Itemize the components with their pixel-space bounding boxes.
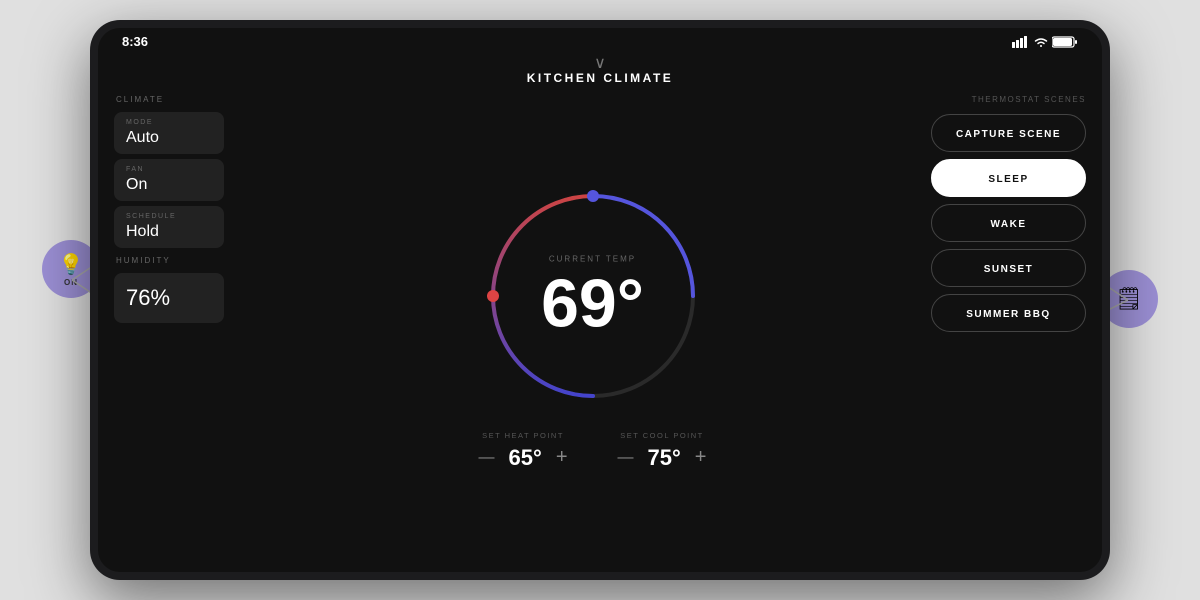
wifi-icon (1034, 36, 1048, 48)
schedule-card[interactable]: SCHEDULE Hold (114, 206, 224, 248)
heat-plus-btn[interactable]: + (556, 446, 568, 469)
wake-scene-btn[interactable]: WAKE (931, 204, 1086, 242)
sleep-scene-btn[interactable]: SLEEP (931, 159, 1086, 197)
title-bar: ∨ KITCHEN CLIMATE (98, 51, 1102, 89)
wake-scene-label: WAKE (991, 219, 1027, 230)
cool-plus-btn[interactable]: + (695, 446, 707, 469)
thermostat-dial[interactable]: CURRENT TEMP 69° (468, 171, 718, 421)
current-temp-value: 69° (541, 269, 644, 337)
fan-card[interactable]: FAN On (114, 159, 224, 201)
setpoints-container: SET HEAT POINT — 65° + SET COOL POINT — (479, 431, 707, 471)
capture-scene-btn[interactable]: CAPTURE SCENE (931, 114, 1086, 152)
heat-minus-btn[interactable]: — (479, 449, 495, 467)
status-icons (1012, 36, 1078, 48)
signal-icon (1012, 36, 1030, 48)
scenes-panel: THERMOSTAT SCENES CAPTURE SCENE SLEEP WA… (921, 89, 1086, 562)
sleep-scene-label: SLEEP (988, 174, 1028, 185)
heat-setpoint: SET HEAT POINT — 65° + (479, 431, 568, 471)
heat-setpoint-value: 65° (509, 445, 542, 471)
status-bar: 8:36 (98, 28, 1102, 51)
screen-title: KITCHEN CLIMATE (527, 71, 674, 85)
fan-value: On (126, 176, 212, 194)
tablet-screen: 8:36 (98, 28, 1102, 572)
summer-bbq-scene-label: SUMMER BBQ (966, 309, 1050, 320)
summer-bbq-scene-btn[interactable]: SUMMER BBQ (931, 294, 1086, 332)
fan-label: FAN (126, 166, 212, 173)
current-temp-label: CURRENT TEMP (541, 254, 644, 263)
status-time: 8:36 (122, 34, 148, 49)
thermostat-panel: CURRENT TEMP 69° SET HEAT POINT — 65° + (264, 89, 921, 562)
cool-setpoint-label: SET COOL POINT (620, 431, 704, 440)
mode-value: Auto (126, 129, 212, 147)
capture-scene-label: CAPTURE SCENE (956, 129, 1061, 140)
schedule-value: Hold (126, 223, 212, 241)
scenes-section-label: THERMOSTAT SCENES (972, 95, 1086, 104)
sunset-scene-label: SUNSET (984, 264, 1034, 275)
climate-section-label: CLIMATE (114, 95, 264, 104)
humidity-card: 76% (114, 273, 224, 323)
tablet-device: 8:36 (90, 20, 1110, 580)
schedule-label: SCHEDULE (126, 213, 212, 220)
sunset-scene-btn[interactable]: SUNSET (931, 249, 1086, 287)
chevron-down-icon[interactable]: ∨ (594, 53, 606, 73)
cool-setpoint-value: 75° (648, 445, 681, 471)
humidity-section-label: HUMIDITY (114, 256, 264, 265)
heat-setpoint-label: SET HEAT POINT (482, 431, 564, 440)
battery-icon (1052, 36, 1078, 48)
mode-label: MODE (126, 119, 212, 126)
mode-card[interactable]: MODE Auto (114, 112, 224, 154)
climate-panel: CLIMATE MODE Auto FAN On SCHEDULE Hold (114, 89, 264, 562)
humidity-value: 76% (126, 285, 212, 311)
cool-setpoint: SET COOL POINT — 75° + (618, 431, 707, 471)
cool-minus-btn[interactable]: — (618, 449, 634, 467)
